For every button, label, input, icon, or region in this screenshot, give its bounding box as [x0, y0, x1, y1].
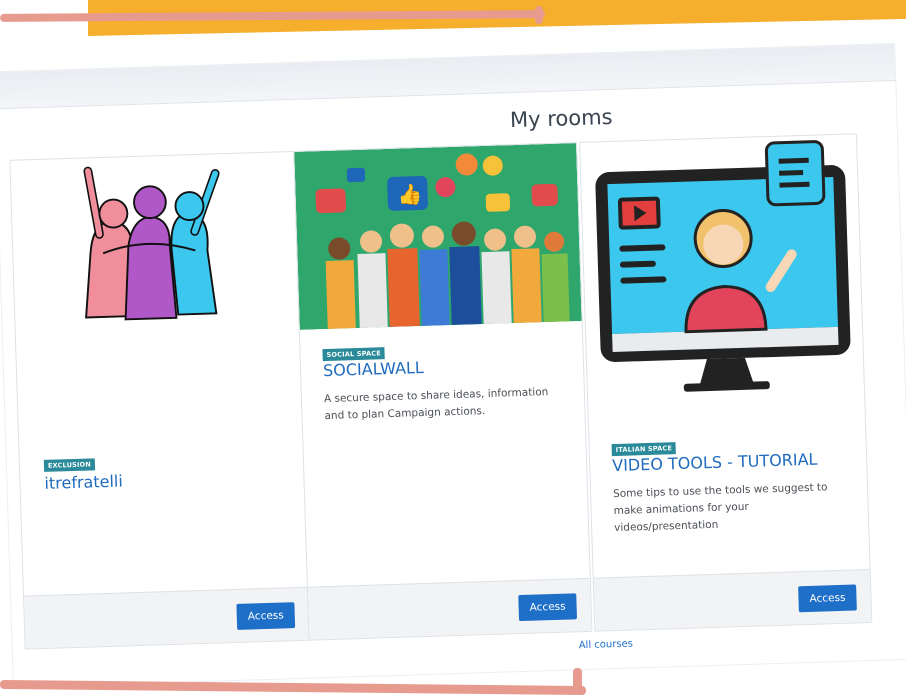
- access-button[interactable]: Access: [518, 593, 578, 622]
- video-tutorial-image: [580, 134, 864, 403]
- social-crowd-image: 👍: [294, 143, 582, 330]
- room-description: A secure space to share ideas, informati…: [323, 386, 549, 423]
- room-card-itrefratelli: EXCLUSION itrefratelli Access: [9, 150, 311, 650]
- video-tutorial-monitor-illustration: [595, 140, 851, 392]
- svg-text:👍: 👍: [397, 182, 423, 207]
- pink-brush-stroke-bottom: [0, 679, 587, 696]
- room-card-video-tools: ITALIAN SPACE VIDEO TOOLS - TUTORIAL Som…: [579, 133, 873, 632]
- my-rooms-panel: My rooms EXCLUSION itrefratelli Access 👍…: [0, 44, 906, 687]
- pink-brush-stroke-top-end: [535, 6, 543, 24]
- room-title[interactable]: SOCIALWALL: [323, 358, 424, 380]
- card-footer: Access: [593, 569, 872, 631]
- room-title[interactable]: itrefratelli: [44, 471, 123, 492]
- access-button[interactable]: Access: [236, 602, 296, 630]
- pink-brush-stroke-bottom-end: [573, 668, 582, 694]
- room-description: Some tips to use the tools we suggest to…: [612, 481, 828, 535]
- card-footer: Access: [24, 586, 310, 649]
- access-button[interactable]: Access: [798, 584, 857, 613]
- room-badge: EXCLUSION: [43, 458, 96, 472]
- social-media-crowd-illustration: 👍: [294, 143, 582, 330]
- room-card-socialwall: 👍 SOCIAL SPACE SOCIALWALL A secure space…: [293, 142, 593, 641]
- card-footer: Access: [307, 577, 592, 640]
- group-hug-illustration: [83, 166, 220, 321]
- group-hug-image: [10, 152, 299, 339]
